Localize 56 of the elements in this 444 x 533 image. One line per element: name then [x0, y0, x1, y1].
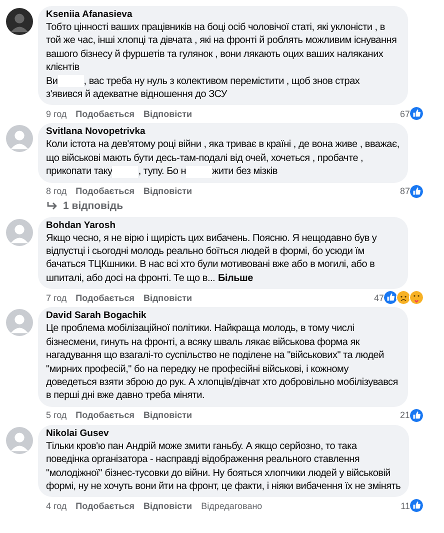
timestamp[interactable]: 5 год	[46, 410, 67, 420]
reply-arrow-icon	[46, 201, 58, 212]
comment-text: з'явився й адекватне відношення до ЗСУ	[46, 89, 228, 100]
reaction-count[interactable]: 67	[400, 108, 410, 119]
comment-text: "молодіжної" бізнес-тусовки до війни. Ну бояться хлопчики людей у військовій	[46, 468, 391, 479]
author-name[interactable]: Bohdan Yarosh	[46, 220, 116, 232]
comment-text: Якщо чесно, я не вірю і щирість цих вибачень. Поясню. Я нещодавно був у	[46, 232, 377, 244]
author-name[interactable]: Kseniia Afanasieva	[46, 9, 132, 21]
edited-label: Відредаговано	[201, 500, 262, 511]
timestamp[interactable]: 9 год	[46, 108, 67, 119]
reaction-count[interactable]: 47	[374, 292, 384, 303]
comment-text: , вас треба ну нуль з колективом перемістити , щоб знов страх	[84, 76, 360, 87]
comment-text: бізнесмени, гинуть на фронті, а всяку шваль лякає військова форма як	[46, 336, 360, 348]
replies-link[interactable]: 1 відповідь	[38, 200, 124, 216]
comment-text: Тільки кров'ю пан Андрій може змити ганьбу. А якщо серйозно, то така	[46, 440, 357, 452]
comment-text: в перші дні вже давно треба міняти.	[46, 390, 204, 402]
comment-text: шпиталі, або досі на фронті. Те що в...	[46, 272, 216, 284]
comment-text: що військові мають бути десь-там-подалі від очей, хочеться , пробачте ,	[46, 152, 364, 164]
author-name[interactable]: Nikolai Gusev	[46, 428, 109, 440]
comment-text: , тупу. Бо н	[138, 166, 186, 178]
comment-text: вашого бізнесу й фуршетів та гулянок , вони лякають оцих ваших наляканих	[46, 48, 384, 60]
author-name[interactable]: David Sarah Bogachik	[46, 310, 146, 322]
action-link[interactable]: Подобається	[76, 500, 134, 511]
action-link[interactable]: Подобається	[76, 410, 134, 420]
comment-text: доведеться взяти зброю до рук. А хлопців/дівчат хто добровільно мобілізувався	[46, 376, 398, 388]
comment-text: клієнтів	[46, 62, 80, 74]
action-link[interactable]: Відповісти	[143, 108, 192, 119]
comment-text: жити без мізків	[212, 166, 278, 178]
comment-text: Коли істота на дев'ятому році війни , яка триває в країні , де вона живе , вважає,	[46, 139, 400, 150]
action-link[interactable]: Відповісти	[143, 410, 192, 420]
reaction-count[interactable]: 87	[400, 186, 410, 196]
author-name[interactable]: Svitlana Novopetrivka	[46, 126, 146, 138]
avatar[interactable]	[6, 8, 33, 35]
action-link[interactable]: Відповісти	[143, 186, 192, 196]
comment-text: "мирних професій," бо на передку не професійні військові, і кожному	[46, 364, 349, 374]
comment-text: відпустці і сьогодні молодь реально боїться людей в формі, бо усюди їм	[46, 246, 364, 258]
comment-text: той же час, інші хлопці та дівчата , які на фронті й роблять можливим існування	[46, 35, 397, 46]
comment-text: Ви	[46, 76, 58, 87]
comment-text: нагадування що взагалі-то суспільство не поділене на "військових" та людей	[46, 350, 384, 362]
comment-text: Тобто цінності ваших працівників на боці осіб чоловічої статі, які уклоністи , в	[46, 22, 385, 33]
reaction-count[interactable]: 11	[400, 500, 410, 511]
timestamp[interactable]: 8 год	[46, 186, 67, 196]
timestamp[interactable]: 4 год	[46, 500, 67, 511]
reaction-count[interactable]: 21	[400, 410, 410, 420]
more-link[interactable]: Більше	[218, 272, 253, 284]
comment-text: Це проблема мобілізаційної політики. Найкраща молодь, в тому числі	[46, 323, 354, 334]
comment-text: прикопати таку	[46, 166, 112, 178]
action-link[interactable]: Подобається	[76, 186, 134, 196]
timestamp[interactable]: 7 год	[46, 292, 67, 303]
action-link[interactable]: Відповісти	[143, 500, 192, 511]
comment-text: бачаться ТЦКшники. В нас всі хто були мотивовані вже або в могилі, або в	[46, 259, 375, 270]
action-link[interactable]: Відповісти	[143, 292, 192, 303]
action-link[interactable]: Подобається	[76, 108, 134, 119]
comment-text: поведінка організатора - насправді відображення реального ставлення	[46, 454, 360, 466]
action-link[interactable]: Подобається	[76, 292, 134, 303]
comment-text: формі, ну не хочуть вони йти на фронт, це факти, і ніяки вибачення їх не змінять	[46, 480, 401, 492]
